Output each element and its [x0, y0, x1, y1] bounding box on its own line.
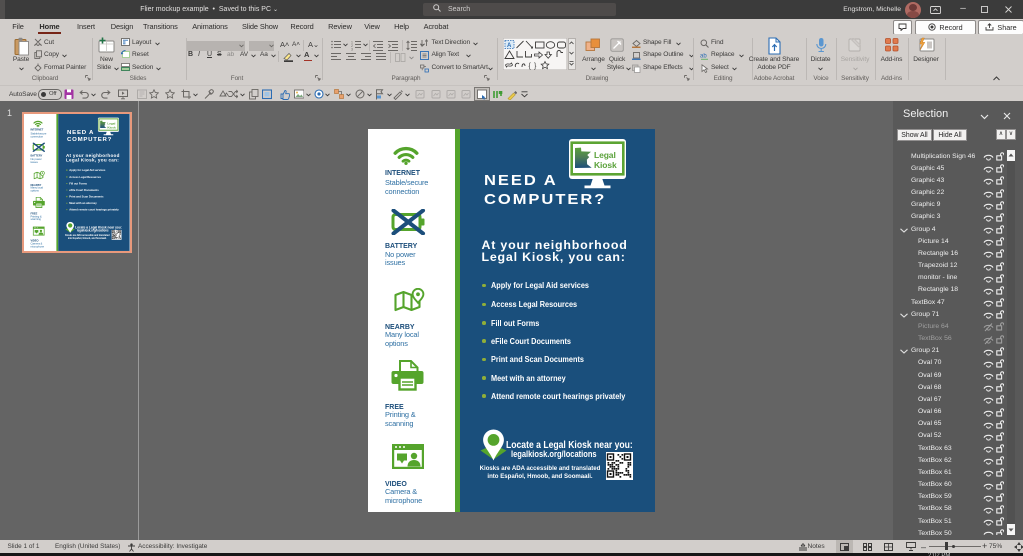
svg-text:A: A: [507, 43, 512, 49]
svg-text:3: 3: [351, 48, 353, 52]
svg-text:ab: ab: [700, 54, 707, 60]
